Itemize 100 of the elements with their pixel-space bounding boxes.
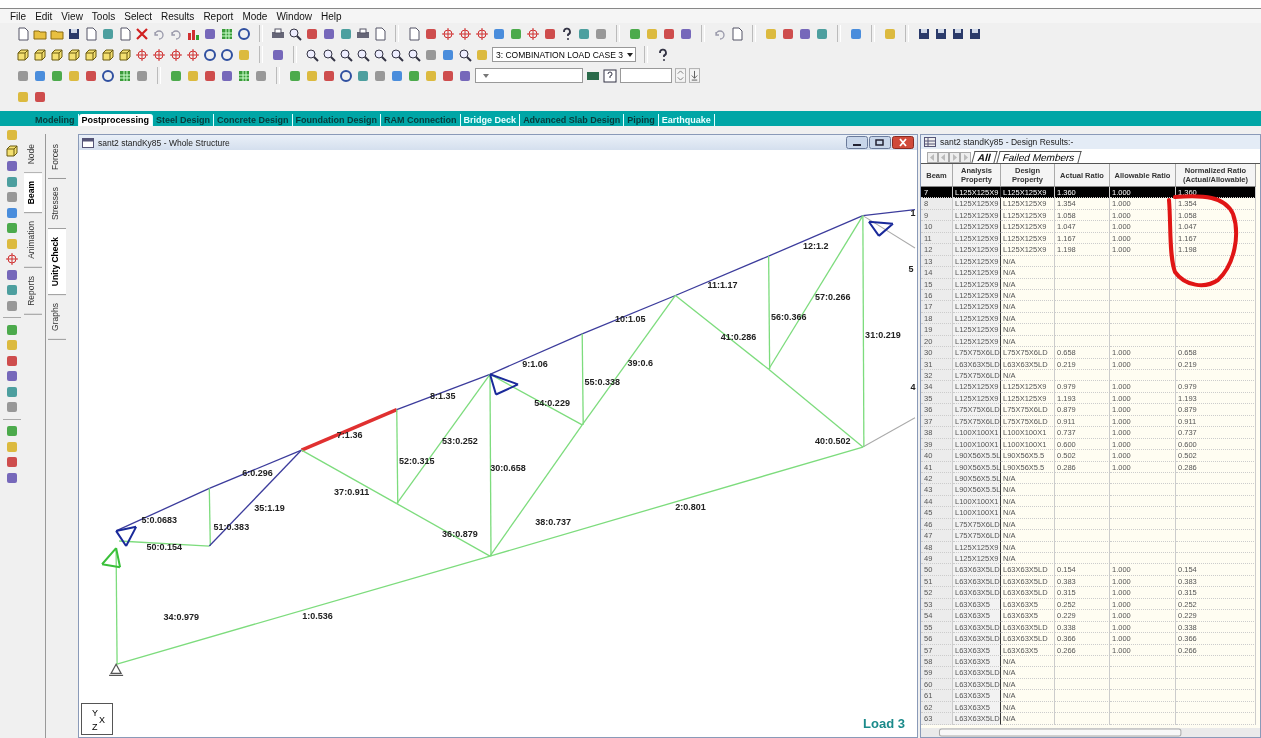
tool-icon[interactable] [458, 68, 472, 83]
printer-icon[interactable] [356, 26, 370, 41]
tool-icon[interactable] [5, 353, 19, 368]
truss-member[interactable] [768, 215, 864, 257]
tool-icon[interactable] [5, 298, 19, 313]
side-tab[interactable]: Unity Check [48, 229, 66, 296]
tool-icon[interactable] [305, 26, 319, 41]
document-icon[interactable] [84, 26, 98, 41]
crosshair-icon[interactable] [441, 26, 455, 41]
zoom-icon[interactable] [390, 47, 404, 62]
tool-icon[interactable] [5, 267, 19, 282]
cube-icon[interactable] [118, 47, 132, 62]
truss-member[interactable] [396, 373, 491, 411]
menu-item[interactable]: Tools [91, 10, 116, 22]
tool-icon[interactable] [5, 400, 19, 414]
crosshair-icon[interactable] [169, 47, 183, 62]
zoom-icon[interactable] [407, 47, 421, 62]
tool-icon[interactable] [407, 68, 421, 83]
menu-item[interactable]: Window [276, 10, 312, 22]
grid-icon[interactable] [237, 68, 251, 83]
input-field[interactable] [620, 68, 672, 83]
crosshair-icon[interactable] [475, 26, 489, 41]
cube-icon[interactable] [33, 47, 47, 62]
tool-icon[interactable] [33, 68, 47, 83]
tool-icon[interactable] [441, 68, 455, 83]
tool-icon[interactable] [594, 26, 608, 41]
tool-icon[interactable] [5, 221, 19, 235]
tool-icon[interactable] [543, 26, 557, 41]
menu-item[interactable]: Edit [35, 10, 53, 22]
document-icon[interactable] [118, 26, 132, 41]
tool-icon[interactable] [5, 455, 19, 469]
navigation-arrows-icon[interactable] [927, 152, 971, 163]
crosshair-icon[interactable] [526, 26, 540, 41]
side-tab[interactable]: Stresses [48, 179, 66, 230]
side-tab[interactable]: Animation [24, 213, 42, 269]
menu-item[interactable]: Mode [242, 10, 268, 22]
tool-icon[interactable] [84, 68, 98, 83]
side-tab[interactable]: Node [24, 136, 42, 174]
module-tab[interactable]: Piping [624, 114, 659, 126]
side-tab[interactable]: Graphs [48, 295, 66, 341]
tool-icon[interactable] [33, 89, 47, 104]
tool-icon[interactable] [815, 26, 829, 41]
menu-item[interactable]: Report [203, 10, 234, 22]
tool-icon[interactable] [628, 26, 642, 41]
tool-icon[interactable] [288, 68, 302, 83]
crosshair-icon[interactable] [135, 47, 149, 62]
module-tab[interactable]: Postprocessing [78, 114, 154, 126]
menu-item[interactable]: File [10, 10, 27, 22]
module-tab[interactable]: Concrete Design [214, 114, 293, 126]
restore-button[interactable] [869, 136, 891, 149]
zoom-icon[interactable] [356, 47, 370, 62]
crosshair-icon[interactable] [152, 47, 166, 62]
tool-icon[interactable] [5, 283, 19, 297]
tool-icon[interactable] [5, 384, 19, 399]
download-icon[interactable] [689, 68, 700, 83]
tool-icon[interactable] [50, 68, 64, 83]
cube-icon[interactable] [16, 47, 30, 62]
tool-icon[interactable] [220, 68, 234, 83]
tool-icon[interactable] [339, 26, 353, 41]
ring-icon[interactable] [237, 26, 251, 41]
tool-icon[interactable] [424, 26, 438, 41]
tool-icon[interactable] [5, 205, 19, 220]
tool-icon[interactable] [492, 26, 506, 41]
tool-icon[interactable] [101, 26, 115, 41]
module-tab[interactable]: Foundation Design [292, 114, 382, 126]
tool-icon[interactable] [5, 470, 19, 485]
printer-icon[interactable] [271, 26, 285, 41]
tool-icon[interactable] [135, 68, 149, 83]
tool-icon[interactable] [322, 26, 336, 41]
side-tab[interactable]: Reports [24, 268, 42, 316]
results-tab[interactable]: All [971, 151, 998, 163]
help-icon[interactable] [560, 26, 574, 41]
crosshair-icon[interactable] [5, 252, 19, 266]
tool-icon[interactable] [5, 159, 19, 173]
tool-icon[interactable] [322, 68, 336, 83]
module-tab[interactable]: Advanced Slab Design [520, 114, 625, 126]
zoom-icon[interactable] [458, 47, 472, 62]
zoom-icon[interactable] [288, 26, 302, 41]
tool-icon[interactable] [16, 68, 30, 83]
truss-member[interactable] [581, 294, 677, 335]
document-icon[interactable] [16, 26, 30, 41]
ring-icon[interactable] [339, 68, 353, 83]
tool-icon[interactable] [662, 26, 676, 41]
tool-icon[interactable] [781, 26, 795, 41]
zoom-icon[interactable] [373, 47, 387, 62]
module-tab[interactable]: RAM Connection [381, 114, 461, 126]
document-icon[interactable] [407, 26, 421, 41]
crosshair-icon[interactable] [458, 26, 472, 41]
truss-member[interactable] [489, 333, 583, 375]
cube-icon[interactable] [5, 143, 19, 158]
document-icon[interactable] [373, 26, 387, 41]
zoom-icon[interactable] [322, 47, 336, 62]
dropdown-field[interactable] [475, 68, 583, 83]
zoom-icon[interactable] [339, 47, 353, 62]
tool-icon[interactable] [5, 424, 19, 438]
tool-icon[interactable] [849, 26, 863, 41]
document-icon[interactable] [730, 26, 744, 41]
truss-member[interactable] [208, 449, 303, 490]
close-button[interactable] [892, 136, 914, 149]
cube-icon[interactable] [67, 47, 81, 62]
